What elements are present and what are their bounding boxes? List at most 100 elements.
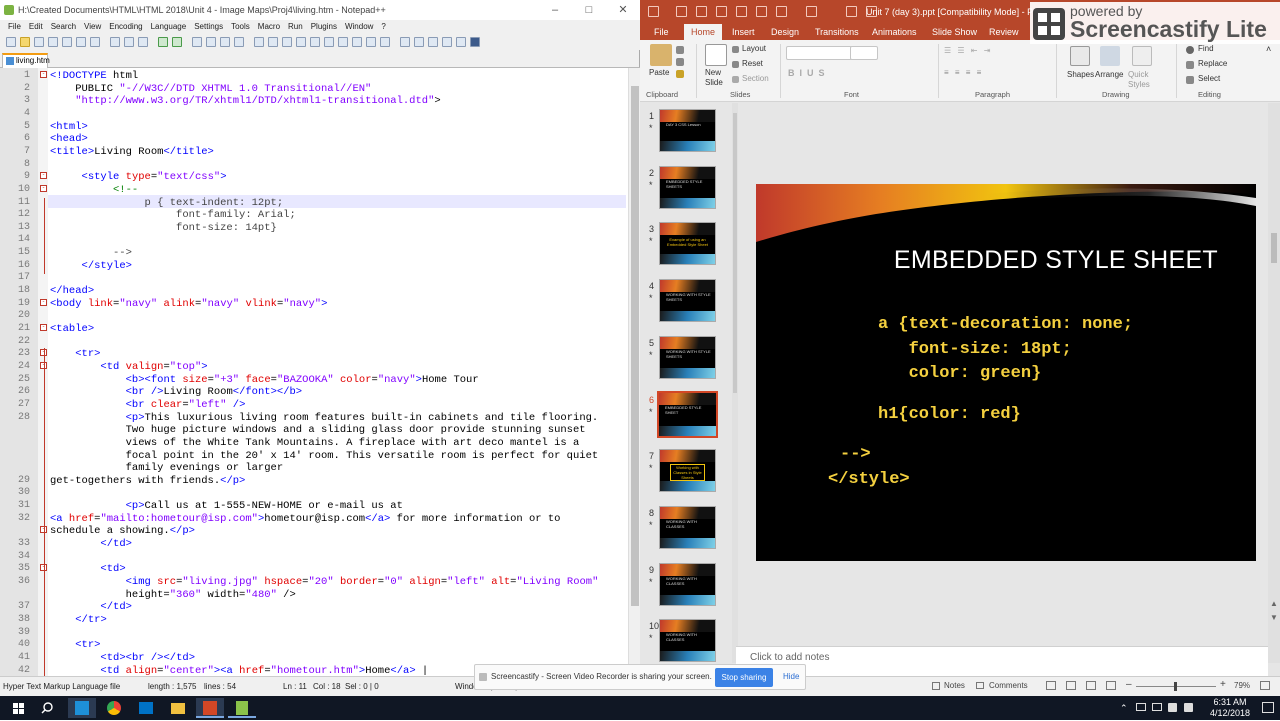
open-file-icon[interactable] (20, 37, 30, 47)
stop-sharing-button[interactable]: Stop sharing (715, 668, 773, 687)
redo-icon[interactable] (716, 6, 727, 17)
slide-title[interactable]: EMBEDDED STYLE SHEET (756, 246, 1218, 275)
code-line[interactable]: focal point in the 20' x 14' room. This … (50, 450, 599, 462)
slide-code-line[interactable]: color: green} (878, 364, 1042, 383)
taskbar-chrome[interactable] (100, 698, 128, 718)
search-button[interactable] (34, 698, 62, 718)
code-line[interactable]: <title>Living Room</title> (50, 146, 214, 158)
scroll-thumb[interactable] (631, 86, 639, 606)
npp-vertical-scrollbar[interactable] (628, 68, 640, 676)
paste-label[interactable]: Paste (649, 68, 669, 77)
code-line[interactable]: <!DOCTYPE html (50, 70, 138, 82)
cut-icon[interactable] (676, 46, 684, 54)
slide-code-line[interactable]: a {text-decoration: none; (878, 315, 1133, 334)
save-icon[interactable] (34, 37, 44, 47)
code-line[interactable]: font-size: 14pt} (50, 222, 277, 234)
close-icon[interactable]: ✕ (606, 0, 640, 20)
volume-icon[interactable] (1168, 703, 1177, 712)
normal-view-icon[interactable] (1046, 681, 1056, 690)
new-file-icon[interactable] (6, 37, 16, 47)
menu-file[interactable]: File (4, 20, 25, 34)
new-slide-label[interactable]: New Slide (705, 68, 729, 88)
replace-icon[interactable] (206, 37, 216, 47)
slide-code-line[interactable]: </style> (828, 470, 910, 489)
shapes-label[interactable]: Shapes (1067, 70, 1094, 79)
slide-thumbnail[interactable]: WORKING WITH STYLE SHEETS (659, 335, 716, 379)
action-center-icon[interactable] (1262, 702, 1274, 713)
code-line[interactable]: family evenings or larger (50, 462, 284, 474)
save-icon[interactable] (676, 6, 687, 17)
udl-icon[interactable] (324, 37, 334, 47)
slide-thumbnail[interactable]: Working with Classes in Style Sheets (659, 449, 716, 493)
next-slide-icon[interactable]: ▼ (1270, 613, 1278, 622)
code-line[interactable]: <tr> (50, 639, 100, 651)
code-line[interactable]: Two huge picture windows and a sliding g… (50, 424, 586, 436)
taskbar-app-1[interactable] (68, 698, 96, 718)
close-all-icon[interactable] (76, 37, 86, 47)
menu-language[interactable]: Language (147, 20, 191, 34)
menu-search[interactable]: Search (47, 20, 80, 34)
quick-styles-label[interactable]: Quick Styles (1128, 70, 1156, 90)
stop-macro-icon[interactable] (414, 37, 424, 47)
paste-icon[interactable] (650, 44, 672, 66)
taskbar-notepadpp[interactable] (228, 698, 256, 718)
notes-pane[interactable]: Click to add notes (736, 646, 1268, 676)
fold-toggle-icon[interactable]: - (40, 71, 47, 78)
copy-icon[interactable] (124, 37, 134, 47)
slide-code-line[interactable]: h1{color: red} (878, 405, 1021, 424)
notes-placeholder[interactable]: Click to add notes (750, 652, 830, 663)
monitor-icon[interactable] (380, 37, 390, 47)
align-buttons[interactable]: ≡ ≡ ≡ ≡ (944, 68, 983, 77)
code-line[interactable]: <br />Living Room</font></b> (50, 386, 302, 398)
code-line[interactable]: PUBLIC "-//W3C//DTD XHTML 1.0 Transition… (50, 83, 371, 95)
tab-animations[interactable]: Animations (872, 24, 917, 40)
slide-canvas[interactable]: EMBEDDED STYLE SHEET a {text-decoration:… (756, 184, 1256, 561)
menu-macro[interactable]: Macro (254, 20, 284, 34)
print-icon[interactable] (90, 37, 100, 47)
taskbar-powerpoint[interactable] (196, 698, 224, 718)
code-line[interactable]: <html> (50, 121, 88, 133)
menu-help[interactable]: ? (377, 20, 389, 34)
code-line[interactable]: <td align="center"><a href="hometour.htm… (50, 665, 428, 676)
code-line[interactable]: <style type="text/css"> (50, 171, 227, 183)
comments-toggle[interactable]: Comments (989, 681, 1028, 690)
qat-repeat-icon[interactable] (846, 6, 857, 17)
layout-button[interactable]: Layout (742, 44, 766, 53)
arrange-label[interactable]: Arrange (1095, 70, 1123, 79)
tab-transitions[interactable]: Transitions (815, 24, 859, 40)
arrange-icon[interactable] (1100, 46, 1120, 66)
code-line[interactable]: <!-- (50, 184, 138, 196)
code-line[interactable]: <body link="navy" alink="navy" vlink="na… (50, 298, 327, 310)
open-icon[interactable] (776, 6, 787, 17)
start-button[interactable] (4, 698, 32, 718)
code-line[interactable]: height="360" width="480" /> (50, 589, 296, 601)
code-line[interactable]: </style> (50, 260, 132, 272)
indent-guide-icon[interactable] (310, 37, 320, 47)
font-name-dropdown[interactable] (786, 46, 852, 60)
code-line[interactable]: </td> (50, 601, 132, 613)
tab-review[interactable]: Review (989, 24, 1019, 40)
fold-toggle-icon[interactable]: - (40, 172, 47, 180)
tab-insert[interactable]: Insert (732, 24, 755, 40)
paste-icon[interactable] (138, 37, 148, 47)
zoom-slider-thumb[interactable] (1174, 682, 1177, 691)
slide-vertical-scrollbar[interactable]: ▲ ▼ (1268, 103, 1280, 663)
slide-thumbnail[interactable]: Example of using an Embedded Style Sheet (659, 222, 716, 266)
shapes-icon[interactable] (1070, 46, 1090, 66)
code-line[interactable]: <p>Call us at 1-555-NEW-HOME or e-mail u… (50, 500, 403, 512)
slide-thumbnail[interactable]: WORKING WITH CLASSES (659, 505, 716, 549)
tray-chevron-icon[interactable]: ⌃ (1120, 703, 1128, 714)
reset-button[interactable]: Reset (742, 59, 763, 68)
new-slide-icon[interactable] (705, 44, 727, 66)
find-button[interactable]: Find (1198, 44, 1214, 53)
code-line[interactable]: </tr> (50, 614, 107, 626)
code-line[interactable]: <td><br /></td> (50, 652, 195, 664)
network-icon[interactable] (1136, 703, 1146, 711)
scroll-thumb[interactable] (733, 113, 737, 393)
code-line[interactable]: <table> (50, 323, 94, 335)
tab-slide-show[interactable]: Slide Show (932, 24, 977, 40)
menu-encoding[interactable]: Encoding (105, 20, 146, 34)
scroll-thumb[interactable] (1271, 233, 1277, 263)
notes-toggle[interactable]: Notes (944, 681, 965, 690)
taskbar-explorer[interactable] (164, 698, 192, 718)
